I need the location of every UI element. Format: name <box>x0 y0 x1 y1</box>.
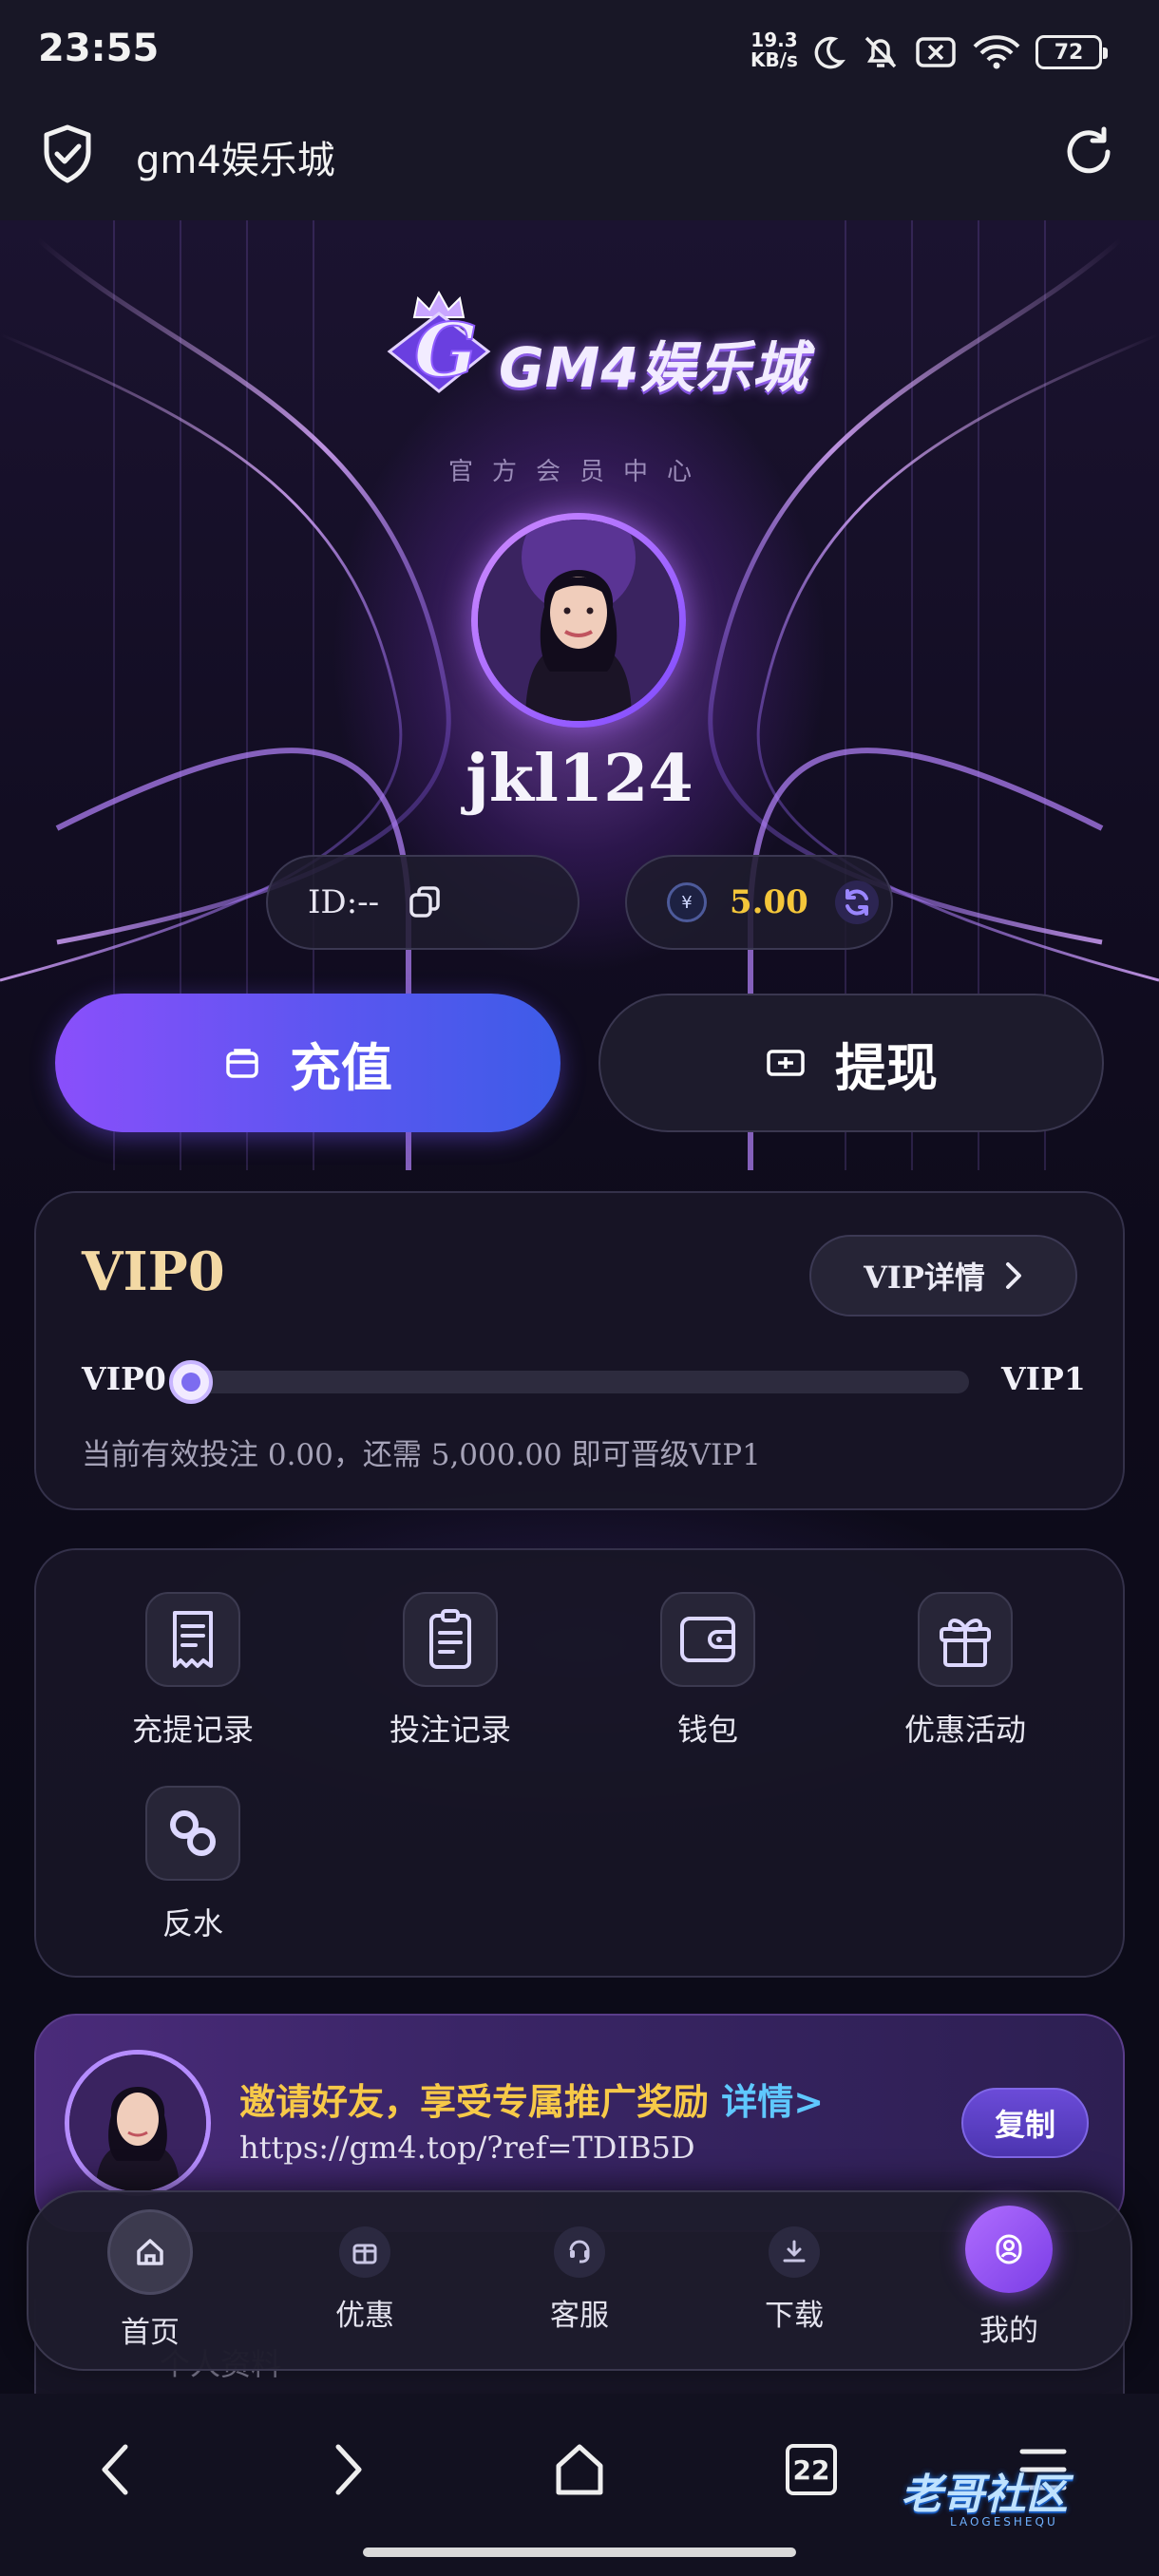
tab-label: 我的 <box>979 2314 1038 2348</box>
withdraw-label: 提现 <box>835 1037 938 1098</box>
gift-icon <box>918 1592 1013 1687</box>
link-icon <box>145 1786 240 1881</box>
vip-details-label: VIP详情 <box>864 1260 985 1296</box>
vip-details-button[interactable]: VIP详情 <box>809 1235 1077 1316</box>
invite-title: 邀请好友，享受专属推广奖励 详情> <box>239 2073 824 2125</box>
bell-off-icon <box>864 36 897 68</box>
vip-level: VIP0 <box>82 1241 225 1303</box>
status-time: 23:55 <box>38 27 160 70</box>
tab-support[interactable]: 客服 <box>494 2209 665 2361</box>
home-outline-icon <box>556 2444 603 2495</box>
vip-progress-knob <box>169 1360 213 1404</box>
vip-progress-note: 当前有效投注 0.00，还需 5,000.00 即可晋级VIP1 <box>82 1438 761 1472</box>
vip-progress-track <box>190 1371 969 1393</box>
chevron-left-icon <box>102 2444 128 2495</box>
clipboard-icon <box>403 1592 498 1687</box>
forward-button[interactable] <box>310 2432 386 2508</box>
menu-item-label: 投注记录 <box>389 1712 511 1748</box>
withdraw-button[interactable]: 提现 <box>598 994 1104 1132</box>
download-icon <box>769 2226 820 2278</box>
invite-title-text: 邀请好友，享受专属推广奖励 <box>239 2081 710 2123</box>
battery-indicator: 72 <box>1036 35 1108 69</box>
tab-mine[interactable]: 我的 <box>923 2206 1094 2361</box>
tab-label: 下载 <box>765 2299 824 2333</box>
menu-item-promotions[interactable]: 优惠活动 <box>861 1592 1070 1782</box>
member-center-subtitle: 官方会员中心 <box>447 458 711 486</box>
coin-icon: ¥ <box>667 882 707 922</box>
moon-icon <box>814 36 846 69</box>
menu-item-label: 优惠活动 <box>903 1712 1026 1748</box>
menu-item-label: 钱包 <box>676 1712 738 1748</box>
home-nav-button[interactable] <box>542 2432 618 2508</box>
menu-item-label: 充提记录 <box>131 1712 254 1748</box>
user-icon <box>965 2206 1053 2293</box>
invite-link: https://gm4.top/?ref=TDIB5D <box>239 2130 695 2166</box>
chevron-right-icon <box>335 2444 362 2495</box>
copy-link-button[interactable]: 复制 <box>961 2088 1089 2158</box>
chevron-right-icon <box>1005 1262 1021 1289</box>
user-id: ID:-- <box>308 883 380 921</box>
menu-item-label: 反水 <box>162 1905 223 1941</box>
gift-box-icon <box>339 2226 390 2278</box>
watermark-sub: LAOGESHEQU <box>950 2515 1058 2529</box>
tab-home[interactable]: 首页 <box>65 2209 236 2361</box>
receipt-icon <box>145 1592 240 1687</box>
avatar[interactable] <box>471 513 686 728</box>
card-icon <box>767 1050 805 1076</box>
vip-progress-from: VIP0 <box>82 1360 166 1397</box>
menu-item-records[interactable]: 充提记录 <box>88 1592 297 1782</box>
refresh-balance-icon <box>845 889 868 916</box>
tabs-button[interactable]: 22 <box>773 2432 849 2508</box>
balance-refresh-button[interactable] <box>834 881 879 924</box>
gesture-handle <box>363 2548 796 2557</box>
tab-label: 客服 <box>550 2299 609 2333</box>
bag-icon <box>226 1049 258 1078</box>
menu-item-rebate[interactable]: 反水 <box>88 1786 297 1976</box>
tab-label: 首页 <box>121 2316 180 2350</box>
tab-promotions[interactable]: 优惠 <box>279 2209 450 2361</box>
copy-icon[interactable] <box>406 883 444 921</box>
tabs-count-icon: 22 <box>786 2444 837 2495</box>
support-icon <box>554 2226 605 2278</box>
sim-off-icon <box>916 37 956 67</box>
page-title: gm4娱乐城 <box>136 139 335 182</box>
watermark: 老哥社区 <box>901 2471 1068 2519</box>
invite-details-link[interactable]: 详情> <box>721 2081 824 2123</box>
invite-avatar <box>65 2050 211 2196</box>
avatar-portrait <box>478 520 679 721</box>
network-speed-unit: KB/s <box>750 48 798 71</box>
menu-item-bets[interactable]: 投注记录 <box>346 1592 555 1782</box>
wallet-icon <box>660 1592 755 1687</box>
home-icon <box>107 2209 193 2295</box>
network-speed-value: 19.3 <box>750 28 798 51</box>
shield-check-icon[interactable] <box>40 123 95 184</box>
balance-pill: ¥ 5.00 <box>625 855 893 950</box>
menu-item-wallet[interactable]: 钱包 <box>603 1592 812 1782</box>
recharge-button[interactable]: 充值 <box>55 994 560 1132</box>
tab-label: 优惠 <box>335 2299 394 2333</box>
vip-progress-to: VIP1 <box>1001 1360 1086 1397</box>
username: jkl124 <box>466 741 694 817</box>
back-button[interactable] <box>78 2432 154 2508</box>
recharge-label: 充值 <box>290 1037 392 1098</box>
balance-amount: 5.00 <box>730 883 808 921</box>
network-speed: 19.3 KB/s <box>750 30 798 70</box>
user-id-pill: ID:-- <box>266 855 580 950</box>
wifi-icon <box>973 35 1020 69</box>
status-icons: 72 <box>809 30 1108 74</box>
refresh-icon[interactable] <box>1060 123 1117 180</box>
svg-text:G: G <box>414 308 478 394</box>
brand-logo-text: GM4娱乐城 <box>499 335 808 400</box>
tab-download[interactable]: 下载 <box>709 2209 880 2361</box>
